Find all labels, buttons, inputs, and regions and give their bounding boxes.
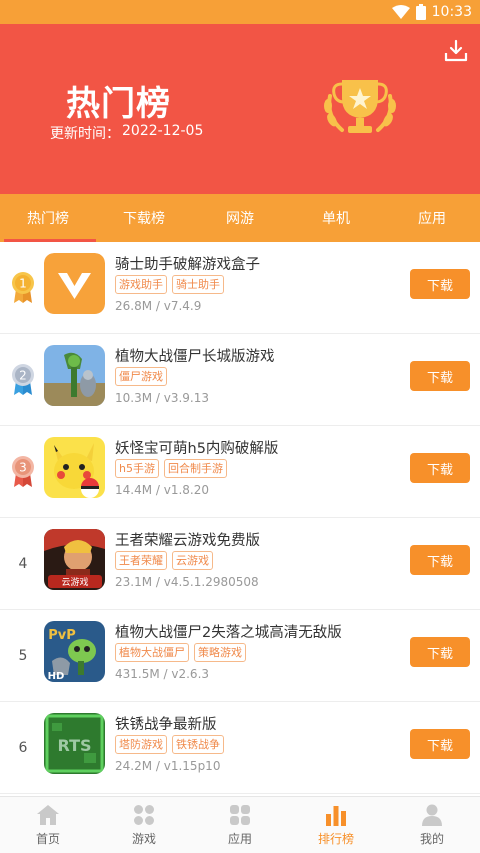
download-button[interactable]: 下载 — [410, 269, 470, 299]
app-tags: 植物大战僵尸 策略游戏 — [115, 643, 246, 662]
app-tag: 铁锈战争 — [172, 735, 224, 754]
app-size-version: 24.2M / v1.15p10 — [115, 759, 221, 773]
app-tag: 僵尸游戏 — [115, 367, 167, 386]
download-button[interactable]: 下载 — [410, 637, 470, 667]
app-size-version: 431.5M / v2.6.3 — [115, 667, 210, 681]
wifi-icon — [391, 5, 410, 19]
rank-number: 5 — [18, 648, 28, 664]
home-icon — [37, 804, 59, 825]
update-time-value: 2022-12-05 — [122, 123, 204, 139]
list-item[interactable]: 3 妖怪宝可萌h5内购破解版 h5手游 回合制手游 14.4M / v1.8.2… — [0, 426, 480, 518]
nav-apps[interactable]: 应用 — [192, 797, 288, 853]
tab-apps[interactable]: 应用 — [384, 194, 480, 242]
download-button[interactable]: 下载 — [410, 361, 470, 391]
nav-label: 排行榜 — [317, 831, 354, 846]
ranking-list: 1 骑士助手破解游戏盒子 游戏助手 骑士助手 26.8M / v7.4.9 下载… — [0, 242, 480, 796]
list-item[interactable]: 5 PvP HD 植物大战僵尸2失落之城高清无敌版 植物大战僵尸 策略游戏 43… — [0, 610, 480, 702]
rank-number: 2 — [19, 369, 27, 383]
app-icon[interactable]: PvP HD — [44, 621, 105, 682]
tab-downloads[interactable]: 下载榜 — [96, 194, 192, 242]
icon-label: PvP — [48, 628, 76, 643]
tab-single-player[interactable]: 单机 — [288, 194, 384, 242]
nav-label: 游戏 — [131, 831, 156, 846]
gold-medal-icon: 1 — [8, 270, 38, 306]
app-icon[interactable] — [44, 437, 105, 498]
silver-medal-icon: 2 — [8, 362, 38, 398]
apps-grid-icon — [230, 804, 250, 825]
app-icon[interactable] — [44, 345, 105, 406]
tab-hot[interactable]: 热门榜 — [0, 194, 96, 242]
trophy-icon — [324, 80, 396, 133]
app-tag: h5手游 — [115, 459, 159, 478]
app-name: 骑士助手破解游戏盒子 — [115, 257, 260, 273]
app-tags: 塔防游戏 铁锈战争 — [115, 735, 224, 754]
app-tags: 王者荣耀 云游戏 — [115, 551, 213, 570]
app-size-version: 14.4M / v1.8.20 — [115, 483, 210, 497]
download-button[interactable]: 下载 — [410, 729, 470, 759]
icon-label: 云游戏 — [61, 576, 88, 588]
app-name: 王者荣耀云游戏免费版 — [115, 533, 260, 549]
list-item[interactable]: 2 植物大战僵尸长城版游戏 僵尸游戏 10.3M / v3.9.13 下载 — [0, 334, 480, 426]
page-title: 热门榜 — [66, 84, 171, 124]
app-name: 铁锈战争最新版 — [115, 717, 217, 733]
app-tag: 回合制手游 — [163, 459, 227, 478]
icon-label: RTS — [57, 736, 91, 755]
app-icon[interactable]: 云游戏 — [44, 529, 105, 590]
ranking-header: 热门榜 更新时间： 2022-12-05 — [0, 24, 480, 194]
app-tag: 策略游戏 — [194, 643, 246, 662]
download-icon[interactable] — [443, 38, 469, 64]
nav-games[interactable]: 游戏 — [96, 797, 192, 853]
app-tag: 塔防游戏 — [115, 735, 167, 754]
rank-number: 4 — [18, 556, 28, 572]
icon-label: HD — [48, 671, 65, 682]
app-icon[interactable]: RTS — [44, 713, 105, 774]
tab-online-games[interactable]: 网游 — [192, 194, 288, 242]
list-item[interactable]: 6 RTS 铁锈战争最新版 塔防游戏 铁锈战争 24.2M / v1.15p10… — [0, 702, 480, 794]
bronze-medal-icon: 3 — [8, 454, 38, 490]
app-size-version: 10.3M / v3.9.13 — [115, 391, 210, 405]
app-tags: 游戏助手 骑士助手 — [115, 275, 224, 294]
status-icons: 10:33 — [391, 3, 472, 21]
app-name: 植物大战僵尸长城版游戏 — [115, 349, 275, 365]
bottom-nav: 首页 游戏 应用 排行榜 我的 — [0, 796, 480, 853]
status-bar: 10:33 — [0, 0, 480, 24]
nav-profile[interactable]: 我的 — [384, 797, 480, 853]
app-size-version: 26.8M / v7.4.9 — [115, 299, 202, 313]
app-tag: 云游戏 — [172, 551, 213, 570]
ranking-bars-icon — [326, 805, 346, 826]
app-tags: 僵尸游戏 — [115, 367, 167, 386]
profile-icon — [422, 804, 442, 826]
app-size-version: 23.1M / v4.5.1.2980508 — [115, 575, 259, 589]
app-tag: 王者荣耀 — [115, 551, 167, 570]
nav-label: 应用 — [227, 831, 252, 846]
rank-number: 3 — [19, 461, 27, 475]
battery-icon — [415, 4, 426, 20]
app-icon[interactable] — [44, 253, 105, 314]
category-tabs: 热门榜 下载榜 网游 单机 应用 — [0, 194, 480, 242]
nav-ranking[interactable]: 排行榜 — [288, 797, 384, 853]
app-tag: 植物大战僵尸 — [115, 643, 189, 662]
app-tags: h5手游 回合制手游 — [115, 459, 227, 478]
app-name: 植物大战僵尸2失落之城高清无敌版 — [115, 625, 342, 641]
update-time-label: 更新时间： — [50, 126, 120, 142]
update-time: 更新时间： 2022-12-05 — [50, 123, 203, 143]
games-grid-icon — [134, 804, 154, 825]
status-time: 10:33 — [431, 4, 472, 20]
list-item[interactable]: 1 骑士助手破解游戏盒子 游戏助手 骑士助手 26.8M / v7.4.9 下载 — [0, 242, 480, 334]
nav-home[interactable]: 首页 — [0, 797, 96, 853]
app-tag: 游戏助手 — [115, 275, 167, 294]
list-item[interactable]: 4 云游戏 王者荣耀云游戏免费版 王者荣耀 云游戏 23.1M / v4.5.1… — [0, 518, 480, 610]
download-button[interactable]: 下载 — [410, 453, 470, 483]
rank-number: 1 — [19, 277, 27, 291]
app-name: 妖怪宝可萌h5内购破解版 — [115, 441, 279, 457]
rank-number: 6 — [18, 740, 28, 756]
download-button[interactable]: 下载 — [410, 545, 470, 575]
nav-label: 我的 — [419, 831, 444, 846]
nav-label: 首页 — [35, 831, 60, 846]
app-tag: 骑士助手 — [172, 275, 224, 294]
